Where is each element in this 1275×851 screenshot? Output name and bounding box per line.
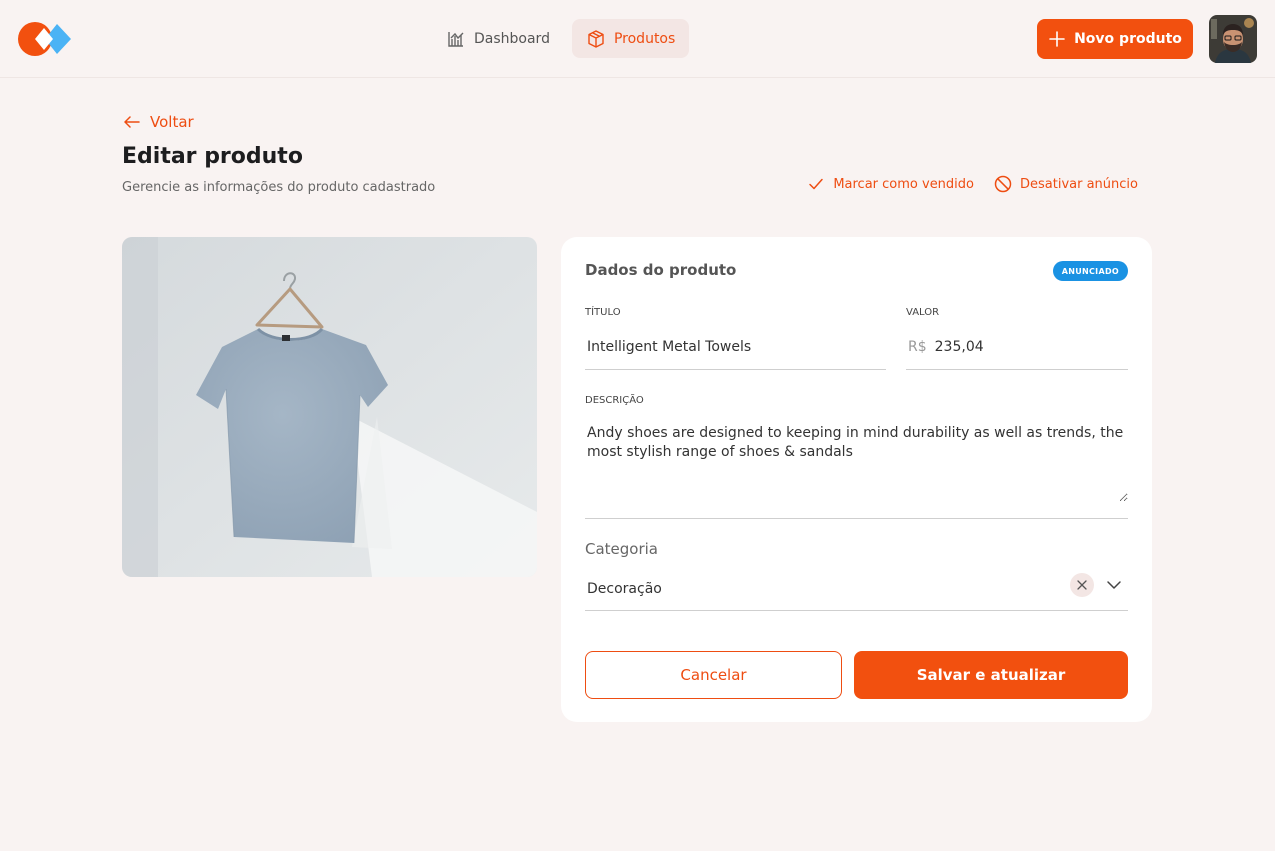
product-form-card: Dados do produto ANUNCIADO Título Valor …: [561, 237, 1152, 722]
form-title: Dados do produto: [585, 261, 737, 279]
title-label: Título: [585, 307, 621, 318]
product-actions: Marcar como vendido Desativar anúncio: [807, 175, 1138, 193]
new-product-button[interactable]: Novo produto: [1037, 19, 1193, 59]
chevron-down-icon: [1107, 581, 1121, 589]
status-badge: ANUNCIADO: [1052, 261, 1128, 281]
category-select[interactable]: Decoração: [585, 567, 1128, 611]
close-icon: [1077, 580, 1087, 590]
value-input[interactable]: [934, 339, 1128, 355]
category-value: Decoração: [587, 580, 662, 597]
back-label: Voltar: [150, 113, 194, 131]
description-label: Descrição: [585, 395, 644, 406]
nav-item-produtos[interactable]: Produtos: [571, 19, 690, 58]
main-nav: Dashboard Produtos: [432, 19, 690, 58]
deactivate-label: Desativar anúncio: [1020, 176, 1138, 192]
box-icon: [588, 29, 604, 48]
new-product-label: Novo produto: [1074, 31, 1182, 47]
product-image: [122, 237, 537, 577]
page-subtitle: Gerencie as informações do produto cadas…: [122, 180, 436, 195]
value-field[interactable]: R$: [906, 325, 1128, 370]
description-underline: [585, 518, 1128, 519]
currency-prefix: R$: [908, 339, 927, 355]
nav-item-label: Produtos: [613, 30, 676, 47]
arrow-left-icon: [124, 116, 140, 128]
app-logo-icon[interactable]: [18, 20, 72, 58]
avatar[interactable]: [1209, 15, 1257, 63]
page-title: Editar produto: [122, 144, 303, 169]
chart-icon: [448, 31, 464, 47]
category-label: Categoria: [585, 540, 659, 558]
back-link[interactable]: Voltar: [122, 112, 194, 132]
block-icon: [994, 175, 1012, 193]
nav-item-dashboard[interactable]: Dashboard: [432, 19, 564, 58]
nav-item-label: Dashboard: [474, 30, 550, 47]
description-textarea[interactable]: Andy shoes are designed to keeping in mi…: [585, 422, 1128, 502]
deactivate-button[interactable]: Desativar anúncio: [994, 175, 1138, 193]
mark-sold-label: Marcar como vendido: [833, 176, 974, 192]
category-dropdown-toggle[interactable]: [1102, 573, 1126, 597]
title-input[interactable]: [587, 339, 886, 355]
title-field[interactable]: [585, 325, 886, 370]
plus-icon: [1049, 31, 1065, 47]
mark-sold-button[interactable]: Marcar como vendido: [807, 175, 974, 193]
clear-category-button[interactable]: [1070, 573, 1094, 597]
save-button[interactable]: Salvar e atualizar: [854, 651, 1128, 699]
cancel-button[interactable]: Cancelar: [585, 651, 842, 699]
top-bar: Dashboard Produtos Novo produto: [0, 0, 1275, 78]
value-label: Valor: [906, 307, 940, 318]
check-icon: [809, 178, 824, 190]
